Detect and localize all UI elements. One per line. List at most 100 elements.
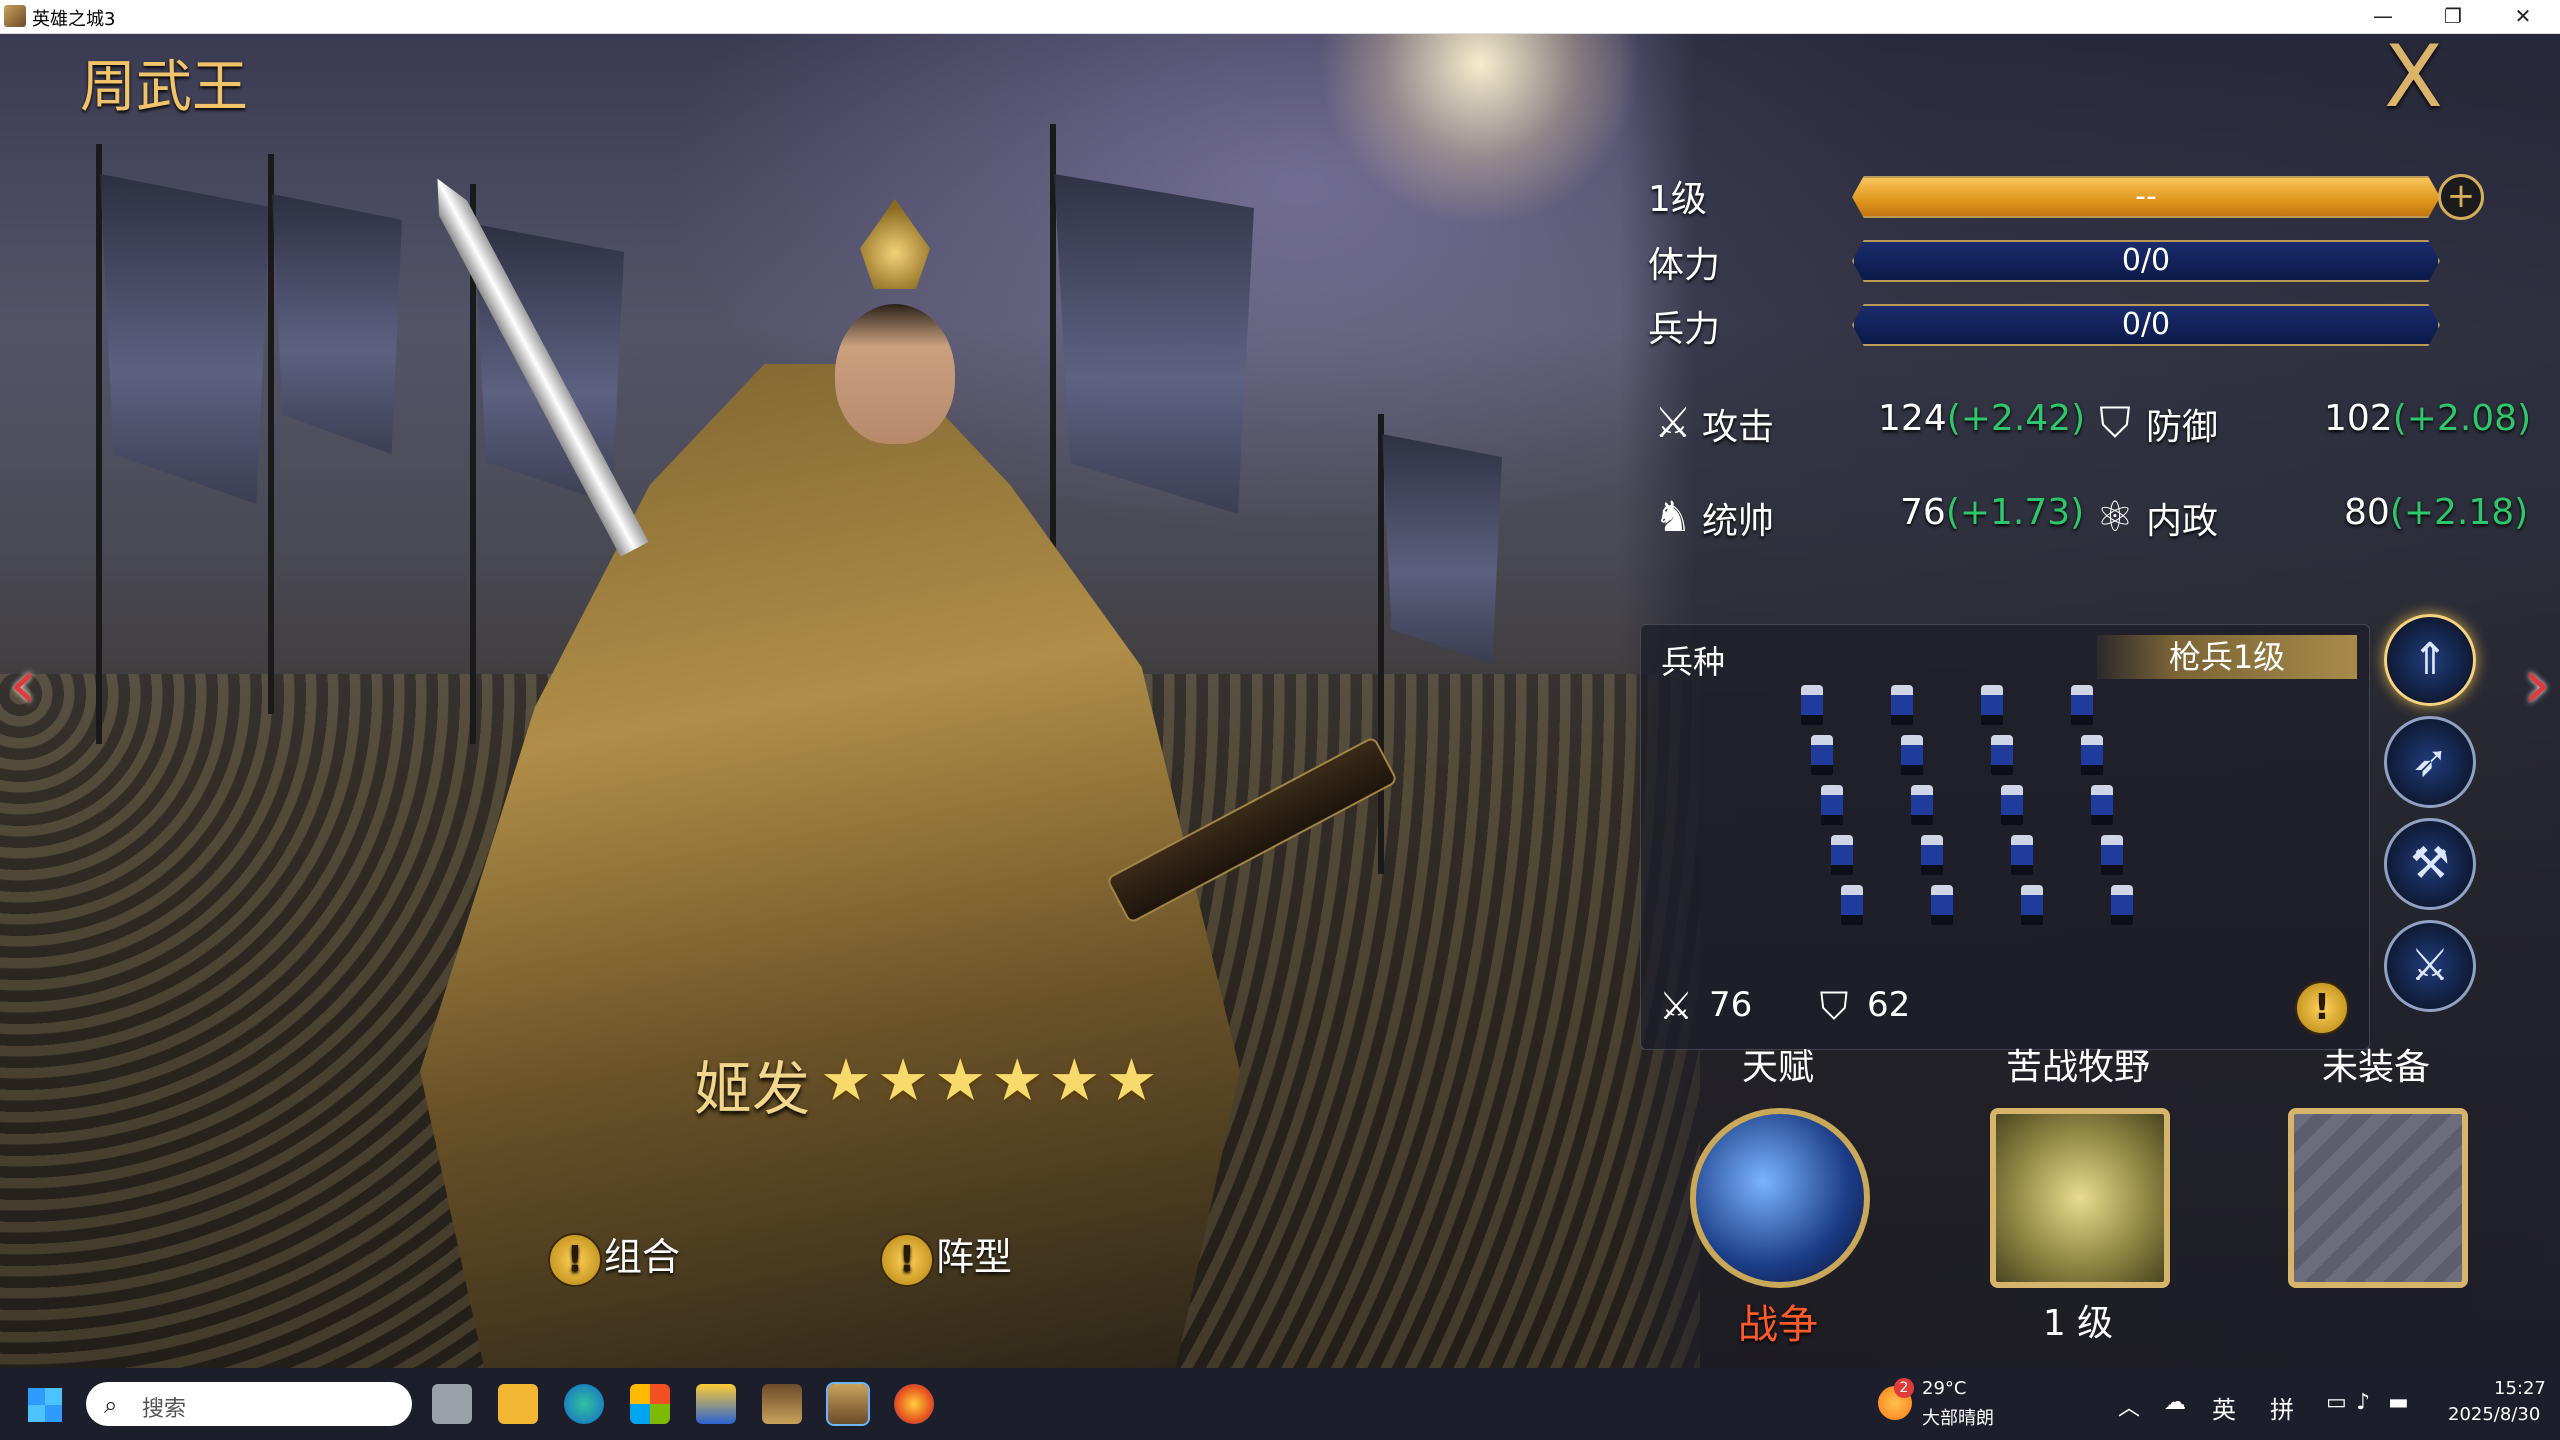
swords-icon: ⚔ xyxy=(1654,398,1692,447)
previous-hero-arrow[interactable]: ‹ xyxy=(6,649,40,719)
display-icon[interactable]: ▭ xyxy=(2326,1390,2347,1415)
experience-bar: -- xyxy=(1852,176,2440,218)
banner-pole xyxy=(1378,414,1384,874)
equipment-label: 未装备 xyxy=(2321,1047,2430,1088)
banner-pole xyxy=(96,144,102,744)
edge-browser-icon[interactable] xyxy=(564,1384,604,1424)
banner-flag xyxy=(1382,434,1502,664)
atom-icon: ⚛ xyxy=(2096,492,2134,541)
soldier-sprite xyxy=(1831,835,1853,875)
troop-type-label: 兵种 xyxy=(1661,643,1726,681)
hero-head xyxy=(835,304,955,444)
microsoft-store-icon[interactable] xyxy=(630,1384,670,1424)
helmet-icon: ♞ xyxy=(1654,492,1692,541)
banner-pole xyxy=(268,154,274,714)
temperature: 29°C xyxy=(1922,1378,1967,1399)
soldier-sprite xyxy=(2021,885,2043,925)
defense-bonus: (+2.08) xyxy=(2392,398,2532,439)
game-viewport: 周武王 X ‹ › 1级 -- + 体力 0/0 兵力 0/0 ⚔ 攻击 124… xyxy=(0,34,2560,1368)
volume-icon[interactable]: ♪ xyxy=(2356,1390,2370,1415)
soldier-sprite xyxy=(1981,685,2003,725)
spear-icon[interactable]: ⇑ xyxy=(2384,614,2476,706)
window-title-bar: 英雄之城3 — ❐ ✕ xyxy=(0,0,2560,34)
task-view-icon[interactable] xyxy=(432,1384,472,1424)
stamina-value: 0/0 xyxy=(2121,243,2171,278)
star-icon: ★ xyxy=(991,1046,1044,1114)
troop-warning-icon[interactable]: ! xyxy=(2295,981,2349,1035)
banner-flag xyxy=(272,194,402,454)
windows-start-icon[interactable] xyxy=(28,1388,62,1422)
troop-level-badge: 枪兵1级 xyxy=(2097,635,2357,679)
close-window-button[interactable]: ✕ xyxy=(2488,0,2558,33)
troop-attack-value: 76 xyxy=(1709,985,1753,1025)
soldier-sprite xyxy=(1891,685,1913,725)
taskbar-search[interactable]: ⌕ 搜索 xyxy=(86,1382,412,1426)
command-value: 76(+1.73) xyxy=(1900,492,2084,533)
level-label: 1级 xyxy=(1648,179,1707,220)
maximize-button[interactable]: ❐ xyxy=(2418,0,2488,33)
talent-slot[interactable] xyxy=(1690,1108,1870,1288)
skill-level: 1 级 xyxy=(2042,1303,2114,1344)
game-launcher-icon[interactable] xyxy=(762,1384,802,1424)
soldier-sprite xyxy=(2081,735,2103,775)
tray-overflow-icon[interactable]: ︿ xyxy=(2118,1390,2140,1422)
clock-date[interactable]: 2025/8/30 xyxy=(2448,1404,2540,1425)
weather-badge: 2 xyxy=(1894,1378,1914,1398)
file-explorer-icon[interactable] xyxy=(498,1384,538,1424)
active-game-icon[interactable] xyxy=(826,1382,870,1426)
bow-icon[interactable]: ➶ xyxy=(2384,716,2476,808)
soldier-sprite xyxy=(1841,885,1863,925)
level-up-plus-button[interactable]: + xyxy=(2438,174,2484,220)
attack-bonus: (+2.42) xyxy=(1946,398,2086,439)
skill-label: 苦战牧野 xyxy=(2005,1047,2150,1088)
taskbar: ⌕ 搜索 2 29°C 大部晴朗 ︿ ☁ 英 拼 ▭ ♪ ▬ 15:27 202… xyxy=(0,1368,2560,1440)
ime-language[interactable]: 英 xyxy=(2212,1390,2236,1425)
search-icon: ⌕ xyxy=(104,1391,118,1419)
equipment-slot-empty[interactable] xyxy=(2288,1108,2468,1288)
network-offline-icon[interactable]: ☁ xyxy=(2164,1390,2186,1415)
politics-value: 80(+2.18) xyxy=(2344,492,2528,533)
experience-value: -- xyxy=(2135,179,2157,214)
soldier-sprite xyxy=(2071,685,2093,725)
minimize-button[interactable]: — xyxy=(2348,0,2418,33)
axe-icon[interactable]: ⚔ xyxy=(2384,920,2476,1012)
command-bonus: (+1.73) xyxy=(1945,492,2085,533)
command-base: 76 xyxy=(1900,492,1946,533)
star-icon: ★ xyxy=(820,1046,872,1114)
soldier-sprite xyxy=(1911,785,1933,825)
troop-panel: 兵种 枪兵1级 ⚔ 76 ⛉ 62 ! xyxy=(1640,624,2370,1050)
formation-button[interactable]: ! 阵型 xyxy=(880,1226,1012,1287)
soldier-sprite xyxy=(1821,785,1843,825)
soldier-sprite xyxy=(2091,785,2113,825)
ime-mode[interactable]: 拼 xyxy=(2270,1390,2294,1425)
politics-label: 内政 xyxy=(2146,501,2219,542)
attack-label: 攻击 xyxy=(1702,407,1775,448)
close-icon[interactable]: X xyxy=(2384,34,2443,120)
stamina-bar: 0/0 xyxy=(1852,240,2440,282)
troop-formation xyxy=(1791,675,2191,965)
star-icon: ★ xyxy=(934,1046,987,1114)
defense-base: 102 xyxy=(2324,398,2393,439)
formation-label: 阵型 xyxy=(936,1235,1013,1279)
politics-bonus: (+2.18) xyxy=(2389,492,2529,533)
soldier-sprite xyxy=(2001,785,2023,825)
combo-button[interactable]: ! 组合 xyxy=(548,1226,680,1287)
defense-value: 102(+2.08) xyxy=(2324,398,2531,439)
app-icon-ship[interactable] xyxy=(696,1384,736,1424)
firefox-icon[interactable] xyxy=(894,1384,934,1424)
troop-defense-value: 62 xyxy=(1867,985,1911,1025)
combo-label: 组合 xyxy=(604,1235,681,1279)
warning-icon: ! xyxy=(880,1232,934,1287)
soldier-sprite xyxy=(2101,835,2123,875)
window-title: 英雄之城3 xyxy=(32,9,116,30)
skill-slot[interactable] xyxy=(1990,1108,2170,1288)
weather-text: 大部晴朗 xyxy=(1922,1408,1994,1429)
hammer-icon[interactable]: ⚒ xyxy=(2384,818,2476,910)
troop-attack-icon: ⚔ xyxy=(1658,984,1694,1028)
star-icon: ★ xyxy=(1105,1046,1158,1114)
soldier-sprite xyxy=(1801,685,1823,725)
next-hero-arrow[interactable]: › xyxy=(2520,649,2554,719)
soldier-sprite xyxy=(1901,735,1923,775)
clock-time[interactable]: 15:27 xyxy=(2494,1378,2546,1399)
battery-icon[interactable]: ▬ xyxy=(2388,1390,2409,1415)
